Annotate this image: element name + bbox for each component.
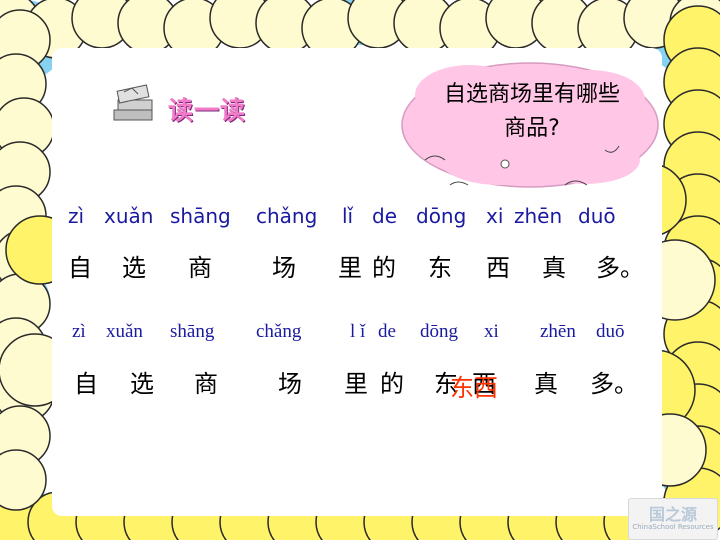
bubble-question-line1: 自选商场里有哪些	[443, 82, 620, 107]
sentence1-pinyin: dōng	[416, 204, 467, 228]
sentence1-pinyin: xi	[486, 204, 504, 228]
draggable-word-card[interactable]: 东西	[450, 368, 498, 403]
sentence1-hanzi: 场	[272, 254, 296, 282]
sentence1-hanzi: 选	[122, 254, 146, 282]
heading-title: 读一读	[168, 96, 247, 125]
books-icon	[113, 84, 153, 121]
sentence1-hanzi: 西	[486, 254, 510, 282]
sentence2-pinyin: de	[378, 321, 396, 342]
sentence1-pinyin: chǎng	[256, 204, 318, 228]
sentence1-pinyin: xuǎn	[104, 204, 154, 228]
sentence2-hanzi: 场	[278, 370, 302, 398]
sentence1-pinyin: duō	[578, 204, 616, 228]
bubble-question: 自选商场里有哪些 商品?	[412, 78, 652, 146]
sentence2-pinyin: chǎng	[256, 321, 302, 342]
sentence2-pinyin: duō	[596, 321, 625, 342]
sentence2-pinyin: dōng	[420, 321, 458, 342]
sentence2-hanzi: 商	[194, 370, 218, 398]
sentence1-hanzi: 商	[188, 254, 212, 282]
sentence2-hanzi: 的	[380, 370, 404, 398]
sentence2-hanzi: 里	[344, 370, 368, 398]
sentence2-pinyin: zhēn	[540, 321, 576, 342]
sentence1-hanzi: 自	[68, 254, 92, 282]
sentence1-hanzi: 东	[428, 254, 452, 282]
sentence1-hanzi: 多。	[596, 254, 644, 282]
sentence1-pinyin: lǐ	[342, 204, 354, 228]
sentence1-pinyin: zhēn	[514, 204, 563, 228]
sentence2-hanzi: 真	[534, 370, 558, 398]
sentence1-pinyin: de	[372, 204, 397, 228]
logo-sub-text: ChinaSchool Resources	[632, 523, 714, 531]
sentence2-pinyin: shāng	[170, 321, 215, 342]
sentence1-hanzi: 里	[338, 254, 362, 282]
sentence2-hanzi: 多。	[590, 370, 638, 398]
publisher-logo: 国之源 ChinaSchool Resources	[628, 498, 718, 540]
bubble-question-line2: 商品?	[504, 116, 560, 141]
sentence1-pinyin: shāng	[170, 204, 231, 228]
sentence1-hanzi: 真	[542, 254, 566, 282]
sentence2-hanzi: 选	[130, 370, 154, 398]
sentence2-pinyin: zì	[72, 321, 86, 342]
sentence2-pinyin: l ǐ	[350, 321, 366, 342]
sentence1-hanzi: 的	[372, 254, 396, 282]
logo-main-text: 国之源	[648, 505, 697, 524]
sentence1-pinyin: zì	[68, 204, 85, 228]
sentence2-pinyin: xuǎn	[106, 321, 143, 342]
sentence2-pinyin: xi	[484, 321, 499, 342]
sentence2-hanzi: 自	[74, 370, 98, 398]
